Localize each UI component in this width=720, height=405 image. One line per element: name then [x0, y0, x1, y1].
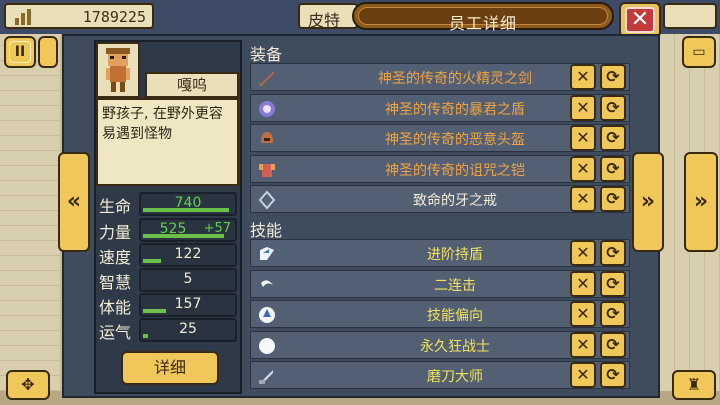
stat-bar-luck: 25 [139, 318, 237, 342]
sword-icon [259, 71, 274, 86]
remove-equipment-button[interactable]: ✕ [570, 64, 596, 90]
globe-icon [259, 307, 275, 323]
detail-button[interactable]: 详细 [121, 351, 219, 385]
page-title: 员工详细 [448, 14, 517, 33]
stat-bar-wisdom: 5 [139, 268, 237, 292]
shield-skill-icon [260, 247, 274, 260]
remove-equipment-button[interactable]: ✕ [570, 156, 596, 182]
left-small-button[interactable] [38, 36, 58, 68]
double-arrow-right-icon: » [693, 189, 709, 214]
money-display: 1789225 [4, 3, 154, 29]
pause-button[interactable]: II [4, 36, 36, 68]
far-right-next-button[interactable]: » [684, 152, 718, 252]
skills-title: 技能 [250, 221, 283, 240]
character-name-plate: 嘎呜 [145, 72, 239, 98]
swap-skill-button[interactable]: ⟳ [600, 271, 626, 297]
title-plate: 员工详细 [352, 2, 614, 33]
castle-icon: ♜ [686, 375, 702, 394]
top-name-box: 皮特 [298, 3, 358, 29]
right-top-button[interactable]: ▭ [682, 36, 716, 68]
stat-value-stamina: 157 [174, 296, 202, 312]
remove-equipment-button[interactable]: ✕ [570, 186, 596, 212]
swap-equipment-button[interactable]: ⟳ [600, 156, 626, 182]
stat-label-luck: 运气 [99, 323, 132, 342]
coin-stack-icon [15, 9, 31, 25]
top-bar: 1789225 皮特 员工详细 ✕ [0, 0, 720, 38]
armor-icon [259, 164, 275, 177]
money-value: 1789225 [82, 8, 146, 26]
remove-skill-button[interactable]: ✕ [570, 271, 596, 297]
chat-icon: ▭ [692, 44, 706, 60]
move-button[interactable]: ✥ [6, 370, 50, 400]
stat-label-strength: 力量 [99, 223, 132, 242]
stat-bar-speed: 122 [139, 243, 237, 267]
next-employee-button[interactable]: » [632, 152, 664, 252]
shield-icon [259, 101, 275, 117]
stat-value-hp: 740 [174, 195, 202, 211]
ring-icon [258, 190, 276, 210]
circle-icon [259, 338, 275, 354]
remove-equipment-button[interactable]: ✕ [570, 125, 596, 151]
swap-equipment-button[interactable]: ⟳ [600, 125, 626, 151]
character-portrait-icon [106, 48, 130, 92]
double-arrow-left-icon: « [66, 189, 82, 214]
top-name-text: 皮特 [308, 11, 341, 29]
remove-equipment-button[interactable]: ✕ [570, 95, 596, 121]
swap-equipment-button[interactable]: ⟳ [600, 95, 626, 121]
stat-value-luck: 25 [179, 321, 197, 337]
helmet-icon [261, 132, 273, 143]
swap-skill-button[interactable]: ⟳ [600, 362, 626, 388]
stat-value-wisdom: 5 [183, 271, 193, 287]
character-description: 野孩子, 在野外更容易遇到怪物 [96, 98, 239, 186]
swap-skill-button[interactable]: ⟳ [600, 332, 626, 358]
swap-equipment-button[interactable]: ⟳ [600, 64, 626, 90]
stat-bonus-strength: +57 [203, 221, 231, 236]
stat-value-strength: 525 [159, 221, 187, 237]
stat-label-speed: 速度 [99, 248, 132, 267]
stat-bar-stamina: 157 [139, 293, 237, 317]
double-arrow-right-icon: » [640, 189, 656, 214]
remove-skill-button[interactable]: ✕ [570, 301, 596, 327]
remove-skill-button[interactable]: ✕ [570, 332, 596, 358]
equipment-title: 装备 [250, 45, 283, 64]
stat-bar-hp: 740 [139, 192, 237, 216]
swap-skill-button[interactable]: ⟳ [600, 240, 626, 266]
character-name: 嘎呜 [176, 76, 207, 94]
top-right-panel [663, 3, 717, 29]
whetstone-icon [259, 370, 273, 384]
close-icon: ✕ [625, 7, 655, 33]
castle-button[interactable]: ♜ [672, 370, 716, 400]
slash-icon [261, 280, 273, 287]
remove-skill-button[interactable]: ✕ [570, 240, 596, 266]
swap-equipment-button[interactable]: ⟳ [600, 186, 626, 212]
stat-value-speed: 122 [174, 246, 202, 262]
close-button[interactable]: ✕ [619, 2, 661, 38]
move-cross-icon: ✥ [21, 375, 35, 394]
avatar [96, 42, 140, 98]
stat-label-hp: 生命 [99, 197, 132, 216]
stat-label-stamina: 体能 [99, 298, 132, 317]
prev-employee-button[interactable]: « [58, 152, 90, 252]
stat-bar-strength: 525 +57 [139, 218, 237, 242]
stat-label-wisdom: 智慧 [99, 273, 132, 292]
remove-skill-button[interactable]: ✕ [570, 362, 596, 388]
swap-skill-button[interactable]: ⟳ [600, 301, 626, 327]
